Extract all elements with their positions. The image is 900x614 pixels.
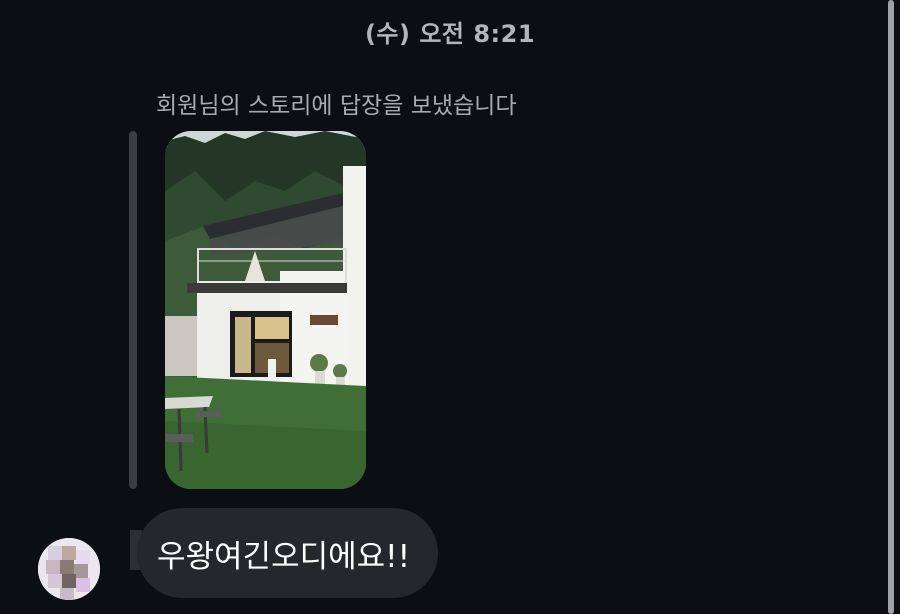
story-quote-bar <box>129 131 137 489</box>
message-bubble[interactable]: 우왕여긴오디에요!! <box>137 508 439 598</box>
story-thumbnail[interactable] <box>165 131 366 489</box>
message-timestamp: (수) 오전 8:21 <box>364 20 536 48</box>
chat-screen: (수) 오전 8:21 회원님의 스토리에 답장을 보냈습니다 우왕여긴오디에요… <box>0 0 900 614</box>
scrollbar[interactable] <box>888 0 894 614</box>
message-text: 우왕여긴오디에요!! <box>157 538 411 575</box>
story-house-photo <box>165 131 366 489</box>
story-reply-caption: 회원님의 스토리에 답장을 보냈습니다 <box>156 93 517 119</box>
sender-avatar[interactable] <box>38 538 100 600</box>
pixelated-avatar-image <box>38 538 100 600</box>
